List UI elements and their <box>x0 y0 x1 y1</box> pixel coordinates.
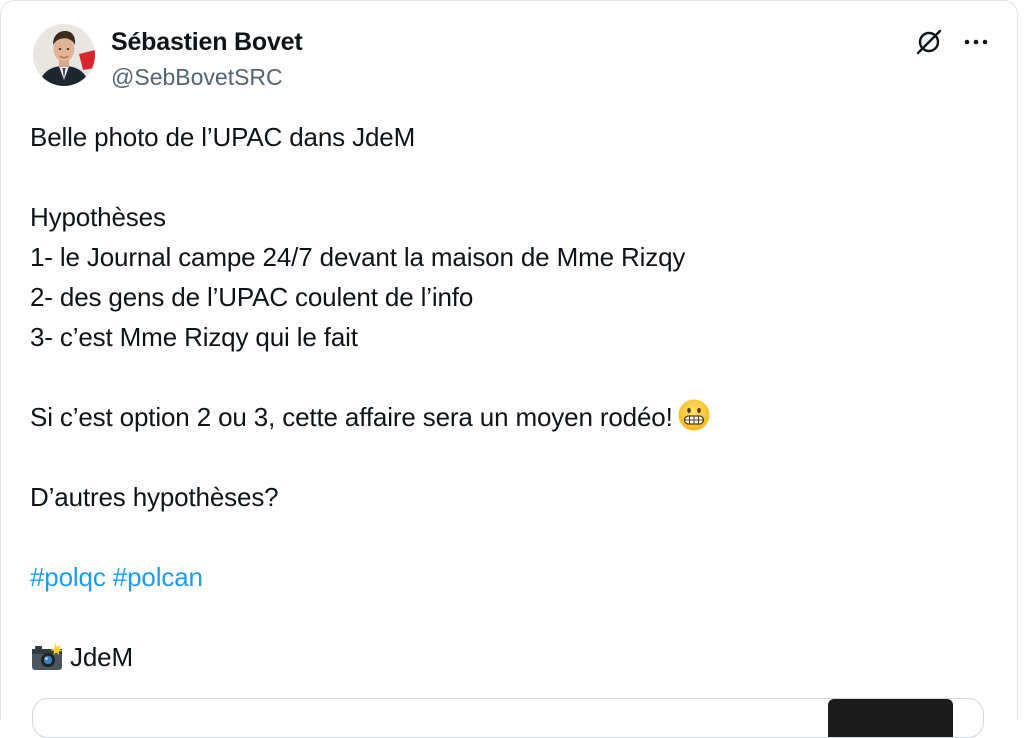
more-button[interactable] <box>963 37 989 47</box>
tweet-line-text: Si c’est option 2 ou 3, cette affaire se… <box>30 402 673 432</box>
tweet-line-with-emoji: Si c’est option 2 ou 3, cette affaire se… <box>30 397 990 437</box>
grimacing-face-icon <box>677 398 711 443</box>
tweet-line: 2- des gens de l’UPAC coulent de l’info <box>30 282 474 312</box>
photo-credit: JdeM <box>70 642 133 672</box>
tweet-line: 3- c’est Mme Rizqy qui le fait <box>30 322 358 352</box>
media-image-edge <box>828 699 953 737</box>
tweet-line: 1- le Journal campe 24/7 devant la maiso… <box>30 242 686 272</box>
author-display-name[interactable]: Sébastien Bovet <box>111 25 303 59</box>
tweet-card: Sébastien Bovet @SebBovetSRC Belle photo… <box>0 0 1018 738</box>
grok-button[interactable] <box>915 28 943 56</box>
credit-line: JdeM <box>30 637 990 677</box>
camera-flash-icon <box>30 642 64 683</box>
tweet-line: Hypothèses <box>30 202 166 232</box>
hashtag-line: #polqc #polcan <box>30 557 990 597</box>
avatar-photo <box>33 24 95 86</box>
author-block: Sébastien Bovet @SebBovetSRC <box>111 25 303 93</box>
grok-slash-icon <box>916 29 942 55</box>
more-dots-icon <box>964 39 988 45</box>
media-preview[interactable] <box>32 698 984 738</box>
tweet-line: D’autres hypothèses? <box>30 482 279 512</box>
tweet-top-actions <box>915 28 989 56</box>
avatar[interactable] <box>33 24 95 86</box>
tweet-text: Belle photo de l’UPAC dans JdeM Hypothès… <box>30 117 990 677</box>
tweet-line: Belle photo de l’UPAC dans JdeM <box>30 122 416 152</box>
hashtag-link[interactable]: #polcan <box>113 562 203 592</box>
author-handle[interactable]: @SebBovetSRC <box>111 61 303 93</box>
hashtag-link[interactable]: #polqc <box>30 562 106 592</box>
